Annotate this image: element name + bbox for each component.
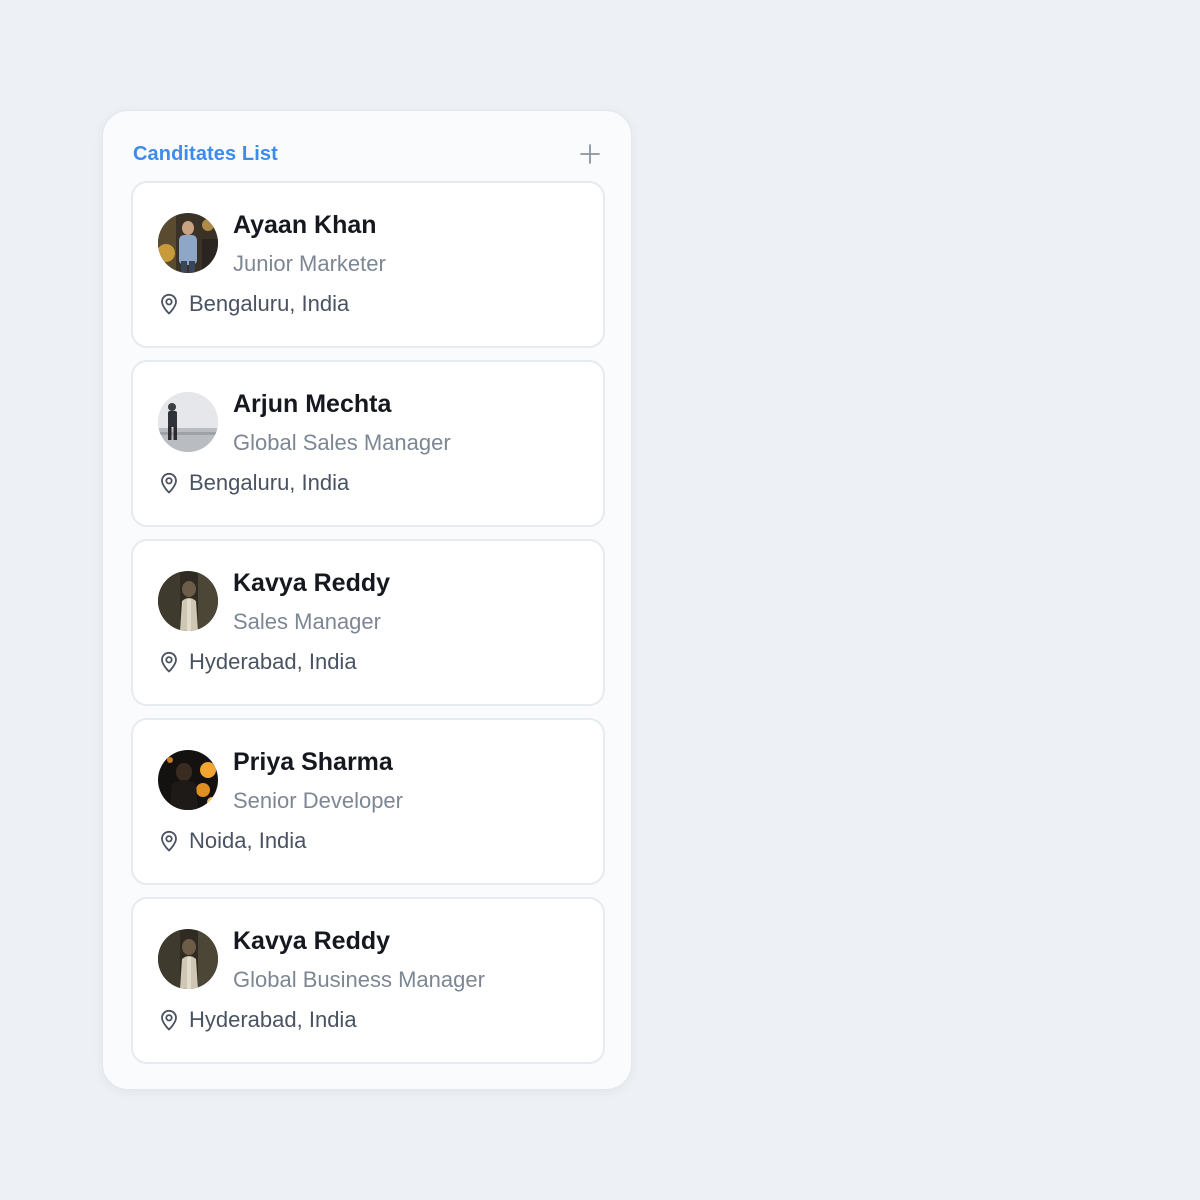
avatar [158,213,218,273]
panel-header: Canditates List [133,139,601,169]
map-pin-icon [159,650,181,674]
location-text: Bengaluru, India [189,470,350,495]
candidate-role: Sales Manager [233,609,381,634]
location-text: Bengaluru, India [189,291,350,316]
candidate-role: Senior Developer [233,788,403,813]
panel-title: Canditates List [133,142,278,165]
candidate-card[interactable]: Kavya Reddy Global Business Manager Hyde… [131,897,605,1064]
candidate-name: Priya Sharma [233,748,393,776]
candidate-name: Kavya Reddy [233,569,391,597]
candidate-location: Hyderabad, India [159,1007,357,1033]
location-text: Hyderabad, India [189,649,357,674]
map-pin-icon [159,829,181,853]
map-pin-icon [159,292,181,316]
location-text: Hyderabad, India [189,1007,357,1032]
avatar [158,392,218,452]
map-pin-icon [159,471,181,495]
avatar [158,750,218,810]
candidate-role: Global Sales Manager [233,430,451,455]
candidates-panel: Canditates List Ayaan Khan Junior Market… [102,110,632,1090]
map-pin-icon [159,1008,181,1032]
candidate-card[interactable]: Priya Sharma Senior Developer Noida, Ind… [131,718,605,885]
avatar [158,571,218,631]
candidate-location: Bengaluru, India [159,291,349,317]
candidate-location: Hyderabad, India [159,649,357,675]
candidate-card[interactable]: Ayaan Khan Junior Marketer Bengaluru, In… [131,181,605,348]
candidate-card[interactable]: Kavya Reddy Sales Manager Hyderabad, Ind… [131,539,605,706]
add-candidate-button[interactable] [576,140,604,168]
plus-icon [580,144,600,164]
location-text: Noida, India [189,828,307,853]
avatar [158,929,218,989]
candidate-card[interactable]: Arjun Mechta Global Sales Manager Bengal… [131,360,605,527]
candidate-location: Noida, India [159,828,306,854]
candidate-role: Global Business Manager [233,967,485,992]
candidates-list: Ayaan Khan Junior Marketer Bengaluru, In… [131,181,605,1076]
candidate-location: Bengaluru, India [159,470,349,496]
candidate-name: Ayaan Khan [233,211,377,239]
candidate-name: Arjun Mechta [233,390,392,418]
candidate-name: Kavya Reddy [233,927,391,955]
candidate-role: Junior Marketer [233,251,386,276]
